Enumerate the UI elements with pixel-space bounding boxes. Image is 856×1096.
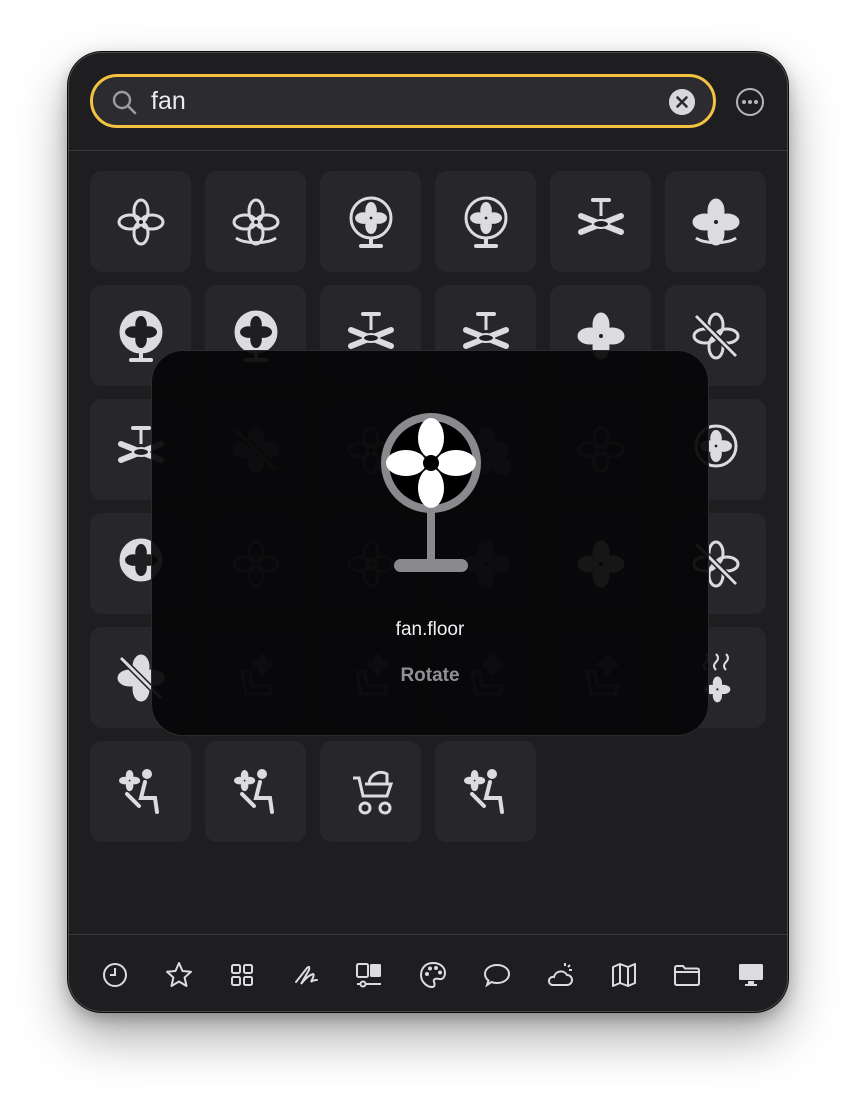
more-options-icon[interactable] xyxy=(735,87,765,117)
toolbar-favorites-star-button[interactable] xyxy=(155,951,203,999)
symbol-cell[interactable] xyxy=(665,171,766,272)
toolbar-categories-grid-button[interactable] xyxy=(218,951,266,999)
symbol-cell[interactable] xyxy=(205,741,306,842)
clear-search-icon[interactable] xyxy=(669,89,695,115)
fan-icon xyxy=(117,198,164,245)
symbol-cell[interactable] xyxy=(550,171,651,272)
folder-icon xyxy=(674,965,701,986)
fan-floor-preview-icon xyxy=(381,413,481,572)
categories-grid-icon xyxy=(231,964,254,986)
header-divider xyxy=(69,150,787,151)
symbol-description: Rotate xyxy=(400,665,460,686)
recent-clock-icon xyxy=(103,963,127,987)
search-field[interactable] xyxy=(90,74,716,128)
symbol-preview-popup: fan.floor Rotate xyxy=(151,350,709,736)
toolbar-weather-button[interactable] xyxy=(536,951,584,999)
fan-ceiling-icon xyxy=(577,197,624,235)
symbol-picker-window: fan.floor Rotate xyxy=(68,52,788,1012)
fan-desk-icon xyxy=(349,196,392,248)
person-seated-icon xyxy=(463,768,504,814)
toolbar-display-button[interactable] xyxy=(727,951,775,999)
fan-desk-fill-icon xyxy=(119,310,162,362)
toolbar-palette-button[interactable] xyxy=(409,951,457,999)
symbol-cell[interactable] xyxy=(205,171,306,272)
symbol-cell[interactable] xyxy=(435,741,536,842)
person-seated-fan-icon xyxy=(118,768,159,814)
toolbar-widgets-button[interactable] xyxy=(345,951,393,999)
symbol-cell[interactable] xyxy=(435,171,536,272)
toolbar-divider xyxy=(69,934,787,935)
drawing-scribble-icon xyxy=(294,965,318,985)
search-icon xyxy=(112,90,137,115)
weather-icon xyxy=(548,963,574,986)
symbol-cell[interactable] xyxy=(90,171,191,272)
symbol-cell[interactable] xyxy=(90,741,191,842)
map-icon xyxy=(611,963,636,987)
display-icon xyxy=(738,964,763,986)
stroller-icon xyxy=(352,770,393,814)
fan-slash-icon xyxy=(692,312,739,359)
toolbar-recent-clock-button[interactable] xyxy=(91,951,139,999)
chat-bubble-icon xyxy=(483,963,510,988)
palette-icon xyxy=(419,961,446,989)
symbol-cell[interactable] xyxy=(320,741,421,842)
toolbar-folder-button[interactable] xyxy=(663,951,711,999)
fan-oscillation-fill-icon xyxy=(692,198,739,245)
favorites-star-icon xyxy=(165,962,192,987)
toolbar-map-button[interactable] xyxy=(600,951,648,999)
symbol-name: fan.floor xyxy=(395,619,465,640)
person-reclined-fan-icon xyxy=(233,768,274,814)
search-input[interactable] xyxy=(151,85,651,117)
fan-oscillation-icon xyxy=(232,198,279,245)
toolbar-drawing-scribble-button[interactable] xyxy=(282,951,330,999)
category-toolbar xyxy=(83,945,783,1005)
toolbar-chat-bubble-button[interactable] xyxy=(473,951,521,999)
widgets-icon xyxy=(356,963,382,988)
symbol-cell[interactable] xyxy=(320,171,421,272)
fan-floor-icon xyxy=(464,196,507,248)
